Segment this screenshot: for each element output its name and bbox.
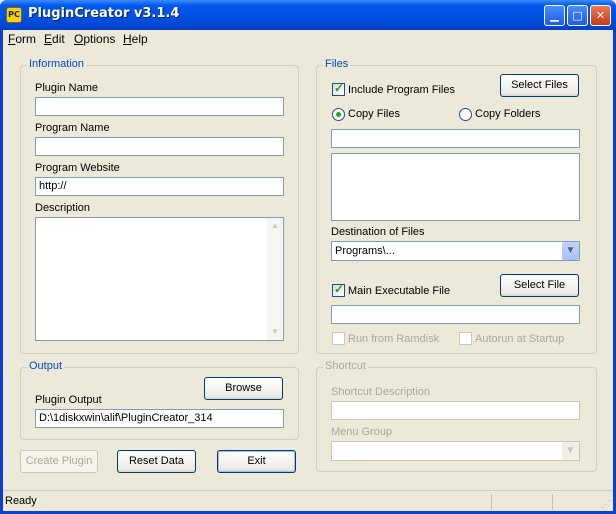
shortcut-legend: Shortcut xyxy=(323,360,368,372)
scroll-up-icon[interactable]: ▲ xyxy=(267,218,283,234)
main-executable-checkbox[interactable] xyxy=(332,282,345,297)
description-label: Description xyxy=(35,202,91,214)
title-bar[interactable]: PC PluginCreator v3.1.4 ▁ □ ✕ xyxy=(0,0,616,30)
include-program-files-label: Include Program Files xyxy=(348,84,455,96)
copy-folders-radio[interactable] xyxy=(459,108,472,121)
status-divider xyxy=(491,494,492,510)
status-bar: Ready ⋰ xyxy=(3,490,613,511)
copy-files-radio[interactable] xyxy=(332,108,345,121)
menu-bar: Form Edit Options Help xyxy=(3,30,613,48)
destination-label: Destination of Files xyxy=(331,226,425,238)
create-plugin-button[interactable]: Create Plugin xyxy=(20,450,98,473)
select-file-button[interactable]: Select File xyxy=(500,274,579,297)
program-name-label: Program Name xyxy=(35,122,110,134)
program-name-input[interactable] xyxy=(35,137,284,156)
minimize-icon: ▁ xyxy=(550,9,559,22)
description-scrollbar[interactable]: ▲ ▼ xyxy=(267,218,283,340)
plugin-output-input[interactable]: D:\1diskxwin\alif\PluginCreator_314 xyxy=(35,409,284,428)
menu-edit[interactable]: Edit xyxy=(44,32,65,46)
run-from-ramdisk-label: Run from Ramdisk xyxy=(348,333,440,345)
menu-options[interactable]: Options xyxy=(74,32,115,46)
application-window: PC PluginCreator v3.1.4 ▁ □ ✕ Form Edit … xyxy=(0,0,616,514)
shortcut-description-label: Shortcut Description xyxy=(331,386,431,398)
close-button[interactable]: ✕ xyxy=(590,5,611,26)
include-program-files-checkbox[interactable] xyxy=(332,81,345,96)
scroll-down-icon[interactable]: ▼ xyxy=(267,324,283,340)
plugin-output-label: Plugin Output xyxy=(35,394,102,406)
destination-select[interactable]: Programs\... ▼ xyxy=(331,241,580,261)
plugin-name-label: Plugin Name xyxy=(35,82,98,94)
chevron-down-icon[interactable]: ▼ xyxy=(562,442,579,460)
resize-grip-icon[interactable]: ⋰ xyxy=(601,500,611,510)
copy-files-label: Copy Files xyxy=(348,108,400,120)
copy-folders-label: Copy Folders xyxy=(475,108,541,120)
plugin-name-input[interactable] xyxy=(35,97,284,116)
information-legend: Information xyxy=(27,58,87,70)
status-divider xyxy=(552,494,553,510)
main-executable-input[interactable] xyxy=(331,305,580,324)
browse-button[interactable]: Browse xyxy=(204,377,283,400)
menu-group-label: Menu Group xyxy=(331,426,393,438)
close-icon: ✕ xyxy=(595,9,606,22)
window-title: PluginCreator v3.1.4 xyxy=(28,6,180,21)
description-textarea[interactable]: ▲ ▼ xyxy=(35,217,284,341)
description-text xyxy=(36,218,283,222)
status-text: Ready xyxy=(5,495,37,507)
client-area: Form Edit Options Help Information Plugi… xyxy=(3,30,613,511)
program-website-input[interactable]: http:// xyxy=(35,177,284,196)
run-from-ramdisk-checkbox[interactable] xyxy=(332,332,345,345)
select-files-button[interactable]: Select Files xyxy=(500,74,579,97)
files-list[interactable] xyxy=(331,153,580,221)
destination-value: Programs\... xyxy=(335,245,395,257)
app-icon: PC xyxy=(6,7,22,23)
files-legend: Files xyxy=(323,58,351,70)
minimize-button[interactable]: ▁ xyxy=(544,5,565,26)
autorun-at-startup-checkbox[interactable] xyxy=(459,332,472,345)
menu-help[interactable]: Help xyxy=(123,32,148,46)
reset-data-button[interactable]: Reset Data xyxy=(117,450,196,473)
exit-button[interactable]: Exit xyxy=(217,450,296,473)
maximize-icon: □ xyxy=(572,9,583,22)
chevron-down-icon[interactable]: ▼ xyxy=(562,242,579,260)
main-executable-label: Main Executable File xyxy=(348,285,451,297)
files-path-input[interactable] xyxy=(331,129,580,148)
autorun-at-startup-label: Autorun at Startup xyxy=(475,333,565,345)
output-legend: Output xyxy=(27,360,65,372)
shortcut-description-input[interactable] xyxy=(331,401,580,420)
menu-form[interactable]: Form xyxy=(8,32,36,46)
program-website-label: Program Website xyxy=(35,162,120,174)
maximize-button[interactable]: □ xyxy=(567,5,588,26)
menu-group-select[interactable]: ▼ xyxy=(331,441,580,461)
